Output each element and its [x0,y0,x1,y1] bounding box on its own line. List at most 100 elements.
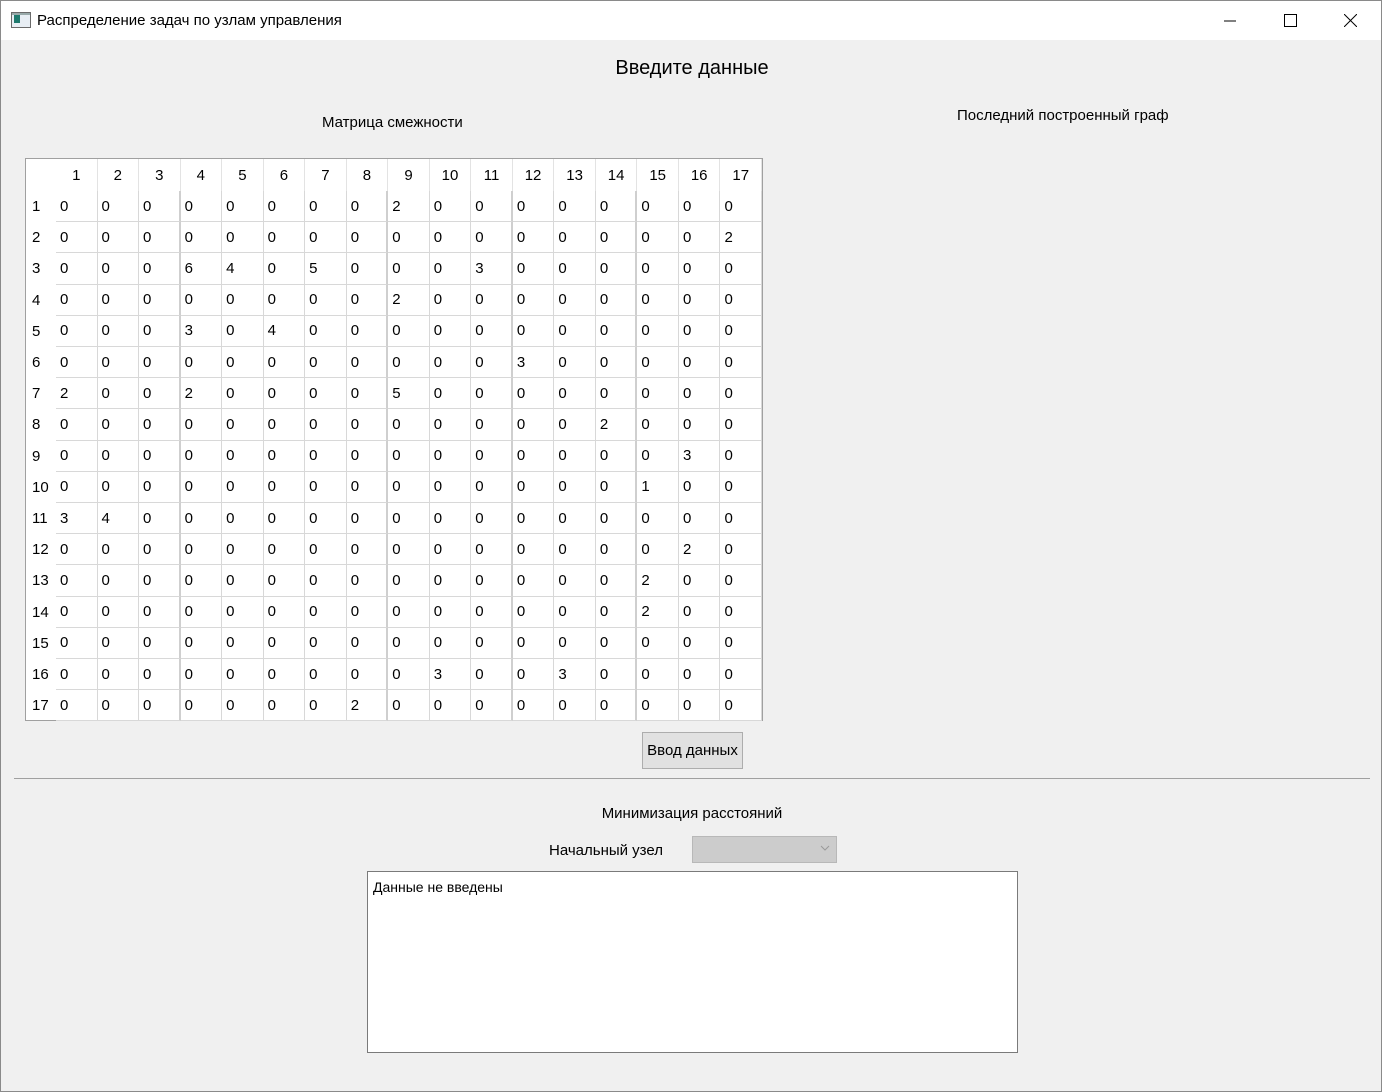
matrix-cell[interactable]: 0 [595,627,638,659]
matrix-cell[interactable]: 0 [554,378,596,410]
matrix-cell[interactable]: 0 [346,534,389,566]
matrix-cell[interactable]: 0 [139,284,181,316]
matrix-cell[interactable]: 0 [471,627,513,659]
matrix-cell[interactable]: 0 [56,409,98,441]
matrix-cell[interactable]: 0 [346,409,389,441]
matrix-cell[interactable]: 0 [139,409,181,441]
matrix-cell[interactable]: 0 [139,222,181,254]
matrix-cell[interactable]: 0 [180,191,223,223]
matrix-cell[interactable]: 2 [637,596,679,628]
matrix-cell[interactable]: 0 [263,690,306,722]
matrix-cell[interactable]: 3 [56,503,98,535]
matrix-cell[interactable]: 0 [56,191,98,223]
matrix-cell[interactable]: 0 [637,627,679,659]
matrix-cell[interactable]: 0 [97,596,140,628]
matrix-cell[interactable]: 0 [139,690,181,722]
matrix-cell[interactable]: 0 [471,659,513,691]
matrix-cell[interactable]: 0 [720,503,762,535]
matrix-cell[interactable]: 0 [305,284,347,316]
matrix-cell[interactable]: 0 [471,690,513,722]
matrix-cell[interactable]: 0 [720,284,762,316]
matrix-cell[interactable]: 0 [554,315,596,347]
matrix-cell[interactable]: 0 [637,440,679,472]
matrix-cell[interactable]: 0 [180,659,223,691]
matrix-cell[interactable]: 0 [678,659,721,691]
matrix-cell[interactable]: 0 [720,627,762,659]
matrix-cell[interactable]: 0 [180,409,223,441]
matrix-cell[interactable]: 3 [678,440,721,472]
matrix-cell[interactable]: 0 [56,690,98,722]
matrix-cell[interactable]: 0 [388,690,430,722]
matrix-cell[interactable]: 0 [637,503,679,535]
matrix-cell[interactable]: 0 [429,627,472,659]
matrix-cell[interactable]: 0 [305,440,347,472]
row-header[interactable]: 9 [26,441,56,472]
matrix-cell[interactable]: 0 [637,191,679,223]
matrix-cell[interactable]: 0 [471,284,513,316]
column-header[interactable]: 17 [720,159,762,191]
matrix-cell[interactable]: 0 [222,503,264,535]
matrix-cell[interactable]: 0 [512,440,555,472]
matrix-cell[interactable]: 0 [180,284,223,316]
matrix-cell[interactable]: 0 [222,284,264,316]
matrix-cell[interactable]: 0 [56,659,98,691]
matrix-cell[interactable]: 0 [263,191,306,223]
matrix-cell[interactable]: 3 [554,659,596,691]
column-header[interactable]: 12 [513,159,555,191]
matrix-cell[interactable]: 0 [720,596,762,628]
matrix-cell[interactable]: 0 [56,222,98,254]
matrix-cell[interactable]: 0 [637,690,679,722]
matrix-cell[interactable]: 0 [388,659,430,691]
matrix-cell[interactable]: 6 [180,253,223,285]
matrix-cell[interactable]: 2 [346,690,389,722]
matrix-cell[interactable]: 0 [720,690,762,722]
matrix-cell[interactable]: 0 [471,471,513,503]
matrix-cell[interactable]: 0 [637,409,679,441]
matrix-cell[interactable]: 0 [637,315,679,347]
matrix-cell[interactable]: 0 [305,534,347,566]
matrix-cell[interactable]: 0 [595,191,638,223]
matrix-cell[interactable]: 0 [139,596,181,628]
matrix-cell[interactable]: 0 [139,191,181,223]
matrix-cell[interactable]: 0 [263,534,306,566]
matrix-cell[interactable]: 0 [678,690,721,722]
matrix-cell[interactable]: 0 [139,471,181,503]
matrix-cell[interactable]: 0 [97,253,140,285]
matrix-cell[interactable]: 0 [222,378,264,410]
matrix-cell[interactable]: 0 [554,596,596,628]
matrix-cell[interactable]: 0 [56,596,98,628]
matrix-cell[interactable]: 0 [678,503,721,535]
matrix-cell[interactable]: 0 [512,503,555,535]
matrix-cell[interactable]: 5 [388,378,430,410]
matrix-cell[interactable]: 0 [554,284,596,316]
matrix-cell[interactable]: 0 [56,565,98,597]
matrix-cell[interactable]: 2 [720,222,762,254]
matrix-cell[interactable]: 0 [139,565,181,597]
matrix-cell[interactable]: 0 [512,284,555,316]
matrix-cell[interactable]: 0 [346,471,389,503]
matrix-cell[interactable]: 0 [512,659,555,691]
matrix-cell[interactable]: 0 [346,659,389,691]
matrix-cell[interactable]: 0 [429,534,472,566]
matrix-cell[interactable]: 0 [346,378,389,410]
matrix-cell[interactable]: 0 [346,440,389,472]
matrix-cell[interactable]: 0 [56,627,98,659]
matrix-cell[interactable]: 0 [305,471,347,503]
matrix-cell[interactable]: 0 [180,347,223,379]
column-header[interactable]: 1 [56,159,98,191]
matrix-cell[interactable]: 0 [305,659,347,691]
matrix-cell[interactable]: 0 [263,440,306,472]
matrix-cell[interactable]: 0 [388,596,430,628]
matrix-cell[interactable]: 0 [305,378,347,410]
row-header[interactable]: 2 [26,222,56,253]
matrix-cell[interactable]: 1 [637,471,679,503]
matrix-cell[interactable]: 0 [139,627,181,659]
matrix-cell[interactable]: 0 [471,503,513,535]
input-data-button[interactable]: Ввод данных [642,732,743,769]
matrix-cell[interactable]: 0 [429,347,472,379]
matrix-cell[interactable]: 0 [139,347,181,379]
row-header[interactable]: 6 [26,347,56,378]
matrix-cell[interactable]: 0 [139,534,181,566]
matrix-cell[interactable]: 0 [139,440,181,472]
matrix-cell[interactable]: 2 [595,409,638,441]
